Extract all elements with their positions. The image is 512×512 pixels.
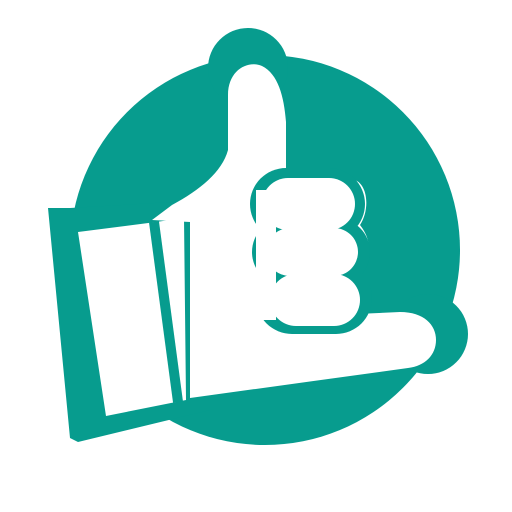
finger-2 [266,228,358,276]
finger-3 [270,274,360,326]
finger-base [256,190,276,320]
shaka-hand-svg [48,28,468,445]
shaka-hand-icon [0,0,512,512]
